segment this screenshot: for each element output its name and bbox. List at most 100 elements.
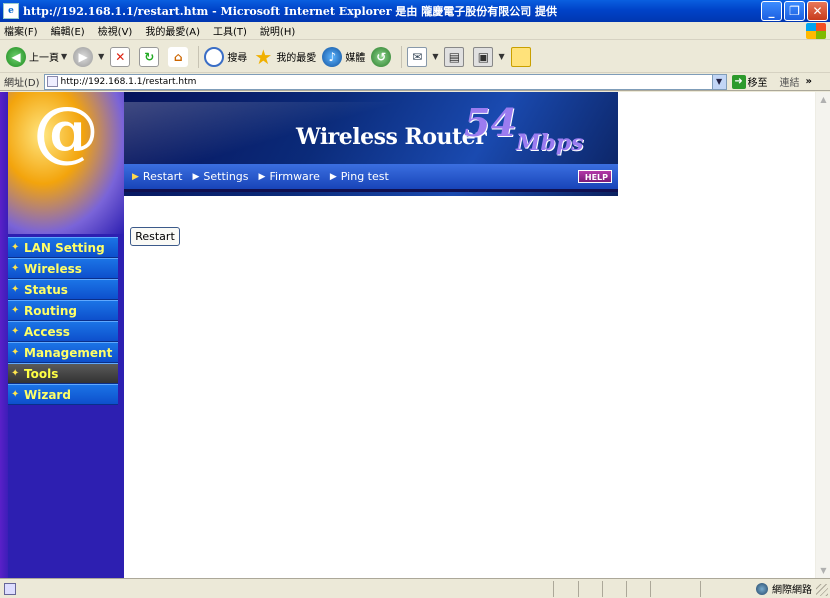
stop-icon: ✕ bbox=[110, 46, 131, 67]
menu-tools[interactable]: 工具(T) bbox=[213, 23, 247, 38]
toolbar: ◀ 上一頁 ▼ ▶ ▼ ✕ ↻ ⌂ 搜尋 ★ 我的最愛 ♪ 媒體 ↺ ✉ ▼ ▤… bbox=[0, 41, 830, 73]
menu-edit[interactable]: 編輯(E) bbox=[51, 23, 85, 38]
sidebar-item-tools[interactable]: ✦ Tools bbox=[8, 363, 118, 384]
edit-button[interactable]: ▣ ▼ bbox=[473, 46, 505, 67]
back-label: 上一頁 bbox=[29, 53, 59, 64]
forward-button[interactable]: ▶ ▼ bbox=[73, 46, 104, 67]
windows-logo-icon bbox=[806, 23, 826, 39]
forward-arrow-icon: ▶ bbox=[73, 46, 94, 67]
sidebar-frame: @ ✦ LAN Setting ✦ Wireless ✦ Status ✦ Ro… bbox=[0, 92, 124, 578]
note-icon bbox=[510, 46, 531, 67]
address-url: http://192.168.1.1/restart.htm bbox=[60, 76, 197, 87]
bullet-icon: ✦ bbox=[11, 284, 20, 295]
sidebar-item-label: Status bbox=[24, 282, 68, 297]
subnav-label: Restart bbox=[142, 170, 183, 183]
home-button[interactable]: ⌂ bbox=[168, 46, 191, 67]
subnav-label: Settings bbox=[203, 170, 249, 183]
status-divider bbox=[578, 581, 579, 597]
sidebar-item-wireless[interactable]: ✦ Wireless bbox=[8, 258, 118, 279]
subnav-settings[interactable]: ▶ Settings bbox=[192, 170, 248, 183]
stop-button[interactable]: ✕ bbox=[110, 46, 133, 67]
status-bar: 網際網路 bbox=[0, 578, 830, 598]
window-title: http://192.168.1.1/restart.htm - Microso… bbox=[23, 5, 558, 18]
menu-help[interactable]: 說明(H) bbox=[260, 23, 295, 38]
mail-button[interactable]: ✉ ▼ bbox=[407, 46, 438, 67]
address-bar: 網址(D) http://192.168.1.1/restart.htm ▼ ➜… bbox=[0, 73, 830, 91]
address-input[interactable]: http://192.168.1.1/restart.htm ▼ bbox=[43, 73, 727, 90]
sidebar-nav: ✦ LAN Setting ✦ Wireless ✦ Status ✦ Rout… bbox=[8, 237, 118, 405]
triangle-icon: ▶ bbox=[329, 171, 337, 182]
sidebar-item-label: Wireless bbox=[24, 261, 82, 276]
restart-button[interactable]: Restart bbox=[130, 227, 180, 246]
bullet-icon: ✦ bbox=[11, 347, 20, 358]
window-controls: _ ❐ ✕ bbox=[761, 1, 828, 21]
menu-file[interactable]: 檔案(F) bbox=[4, 23, 38, 38]
home-icon: ⌂ bbox=[168, 46, 189, 67]
search-icon bbox=[204, 46, 225, 67]
close-button[interactable]: ✕ bbox=[807, 1, 828, 21]
links-button[interactable]: 連結 bbox=[780, 74, 800, 89]
back-button[interactable]: ◀ 上一頁 ▼ bbox=[6, 46, 67, 67]
menu-view[interactable]: 檢視(V) bbox=[98, 23, 133, 38]
sidebar-item-status[interactable]: ✦ Status bbox=[8, 279, 118, 300]
scroll-up-icon[interactable]: ▲ bbox=[816, 92, 830, 107]
forward-dropdown-icon[interactable]: ▼ bbox=[98, 52, 104, 61]
media-icon: ♪ bbox=[322, 46, 343, 67]
bullet-icon: ✦ bbox=[11, 326, 20, 337]
sidebar-item-label: Tools bbox=[24, 366, 59, 381]
sidebar-item-label: LAN Setting bbox=[24, 240, 105, 255]
search-button[interactable]: 搜尋 bbox=[204, 46, 248, 67]
notes-button[interactable] bbox=[510, 46, 534, 67]
triangle-icon: ▶ bbox=[132, 171, 139, 182]
media-button[interactable]: ♪ 媒體 bbox=[322, 46, 365, 67]
mail-dropdown-icon[interactable]: ▼ bbox=[432, 52, 438, 61]
vertical-scrollbar[interactable]: ▲ ▼ bbox=[815, 92, 830, 578]
refresh-button[interactable]: ↻ bbox=[139, 46, 162, 67]
mail-icon: ✉ bbox=[407, 46, 428, 67]
go-arrow-icon: ➜ bbox=[731, 74, 746, 89]
history-icon: ↺ bbox=[371, 46, 392, 67]
subnav-label: Ping test bbox=[340, 170, 389, 183]
subnav-ping-test[interactable]: ▶ Ping test bbox=[330, 170, 389, 183]
globe-icon bbox=[756, 582, 768, 595]
ie-icon: e bbox=[3, 3, 19, 19]
sidebar-item-management[interactable]: ✦ Management bbox=[8, 342, 118, 363]
sidebar-item-routing[interactable]: ✦ Routing bbox=[8, 300, 118, 321]
scroll-down-icon[interactable]: ▼ bbox=[816, 563, 830, 578]
sidebar-item-access[interactable]: ✦ Access bbox=[8, 321, 118, 342]
maximize-button[interactable]: ❐ bbox=[784, 1, 805, 21]
chevron-right-icon[interactable]: » bbox=[806, 76, 812, 87]
title-bar[interactable]: e http://192.168.1.1/restart.htm - Micro… bbox=[0, 0, 830, 22]
zone-label: 網際網路 bbox=[772, 585, 812, 596]
status-divider bbox=[602, 581, 603, 597]
speed-number: 54 bbox=[464, 100, 517, 145]
printer-icon: ▤ bbox=[444, 46, 465, 67]
star-icon: ★ bbox=[254, 44, 273, 69]
history-button[interactable]: ↺ bbox=[371, 46, 394, 67]
sidebar-edge bbox=[0, 92, 8, 578]
back-dropdown-icon[interactable]: ▼ bbox=[61, 52, 67, 61]
address-dropdown-icon[interactable]: ▼ bbox=[711, 74, 726, 89]
minimize-button[interactable]: _ bbox=[761, 1, 782, 21]
subnav-restart[interactable]: ▶ Restart bbox=[132, 170, 182, 183]
toolbar-separator bbox=[401, 45, 403, 68]
speed-unit: Mbps bbox=[516, 130, 584, 156]
search-label: 搜尋 bbox=[227, 53, 248, 64]
sidebar-item-lan-setting[interactable]: ✦ LAN Setting bbox=[8, 237, 118, 258]
print-button[interactable]: ▤ bbox=[444, 46, 467, 67]
subnav-firmware[interactable]: ▶ Firmware bbox=[259, 170, 320, 183]
menu-favorites[interactable]: 我的最愛(A) bbox=[145, 23, 200, 38]
status-divider bbox=[626, 581, 627, 597]
menu-bar: 檔案(F) 編輯(E) 檢視(V) 我的最愛(A) 工具(T) 說明(H) bbox=[0, 22, 830, 40]
favorites-button[interactable]: ★ 我的最愛 bbox=[253, 44, 316, 69]
triangle-icon: ▶ bbox=[258, 171, 266, 182]
sub-navigation: ▶ Restart ▶ Settings ▶ Firmware ▶ Ping t… bbox=[124, 164, 618, 192]
resize-grip[interactable] bbox=[816, 584, 828, 596]
bullet-icon: ✦ bbox=[11, 242, 20, 253]
go-button[interactable]: ➜ 移至 bbox=[731, 74, 768, 89]
sidebar-item-label: Routing bbox=[24, 303, 78, 318]
help-button[interactable]: HELP bbox=[578, 170, 612, 183]
edit-dropdown-icon[interactable]: ▼ bbox=[498, 52, 504, 61]
page-done-icon bbox=[4, 582, 16, 595]
sidebar-item-wizard[interactable]: ✦ Wizard bbox=[8, 384, 118, 405]
